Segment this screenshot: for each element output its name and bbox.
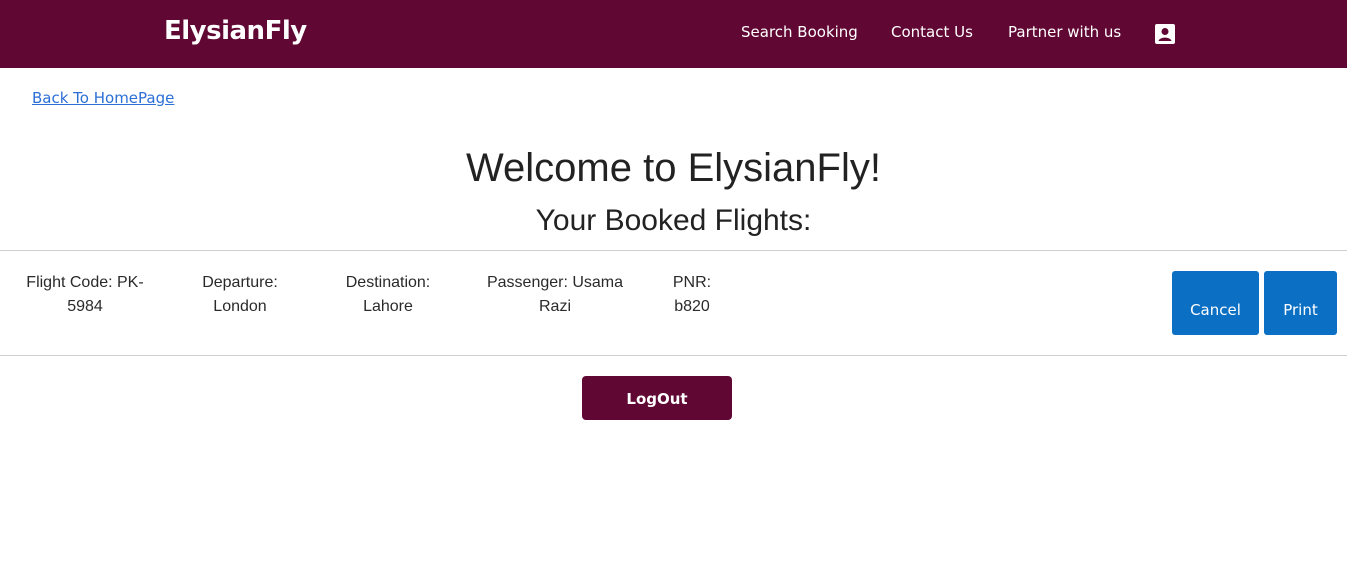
nav-search-booking[interactable]: Search Booking [741, 23, 858, 41]
nav-partner-with-us[interactable]: Partner with us [1008, 23, 1121, 41]
account-box-icon[interactable] [1155, 24, 1175, 44]
logout-button[interactable]: LogOut [582, 376, 732, 420]
page-title: Welcome to ElysianFly! [466, 146, 881, 190]
flight-code: Flight Code: PK-5984 [26, 274, 144, 315]
divider [0, 355, 1347, 356]
print-button[interactable]: Print [1264, 271, 1337, 335]
nav-contact-us[interactable]: Contact Us [891, 23, 973, 41]
back-to-homepage-link[interactable]: Back To HomePage [32, 89, 174, 107]
brand-logo[interactable]: ElysianFly [164, 16, 307, 46]
booked-flights-heading: Your Booked Flights: [535, 204, 812, 237]
passenger: Passenger: Usama Razi [486, 274, 624, 315]
pnr: PNR: b820 [672, 274, 712, 315]
departure: Departure: London [202, 274, 278, 315]
cancel-button[interactable]: Cancel [1172, 271, 1259, 335]
divider [0, 250, 1347, 251]
destination: Destination: Lahore [345, 274, 431, 315]
top-navbar: ElysianFly Search Booking Contact Us Par… [0, 0, 1347, 68]
